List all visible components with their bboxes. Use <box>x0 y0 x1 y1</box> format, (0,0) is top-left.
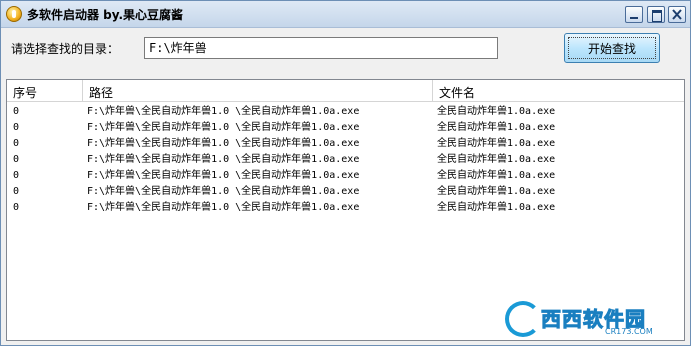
row-filename: 全民自动炸年兽1.0a.exe <box>437 106 556 117</box>
column-header-path[interactable]: 路径 <box>83 80 433 102</box>
row-path: F:\炸年兽\全民自动炸年兽1.0 \全民自动炸年兽1.0a.exe <box>87 202 360 213</box>
row-path: F:\炸年兽\全民自动炸年兽1.0 \全民自动炸年兽1.0a.exe <box>87 186 360 197</box>
row-index: 0 <box>13 202 20 213</box>
row-path: F:\炸年兽\全民自动炸年兽1.0 \全民自动炸年兽1.0a.exe <box>87 154 360 165</box>
row-filename: 全民自动炸年兽1.0a.exe <box>437 122 556 133</box>
table-row[interactable]: 0 F:\炸年兽\全民自动炸年兽1.0 \全民自动炸年兽1.0a.exe 全民自动炸… <box>7 200 684 216</box>
table-row[interactable]: 0 F:\炸年兽\全民自动炸年兽1.0 \全民自动炸年兽1.0a.exe 全民自动炸… <box>7 104 684 120</box>
directory-input[interactable]: F:\炸年兽 <box>144 37 498 59</box>
directory-label: 请选择查找的目录： <box>11 42 120 56</box>
row-index: 0 <box>13 138 20 149</box>
row-filename: 全民自动炸年兽1.0a.exe <box>437 154 556 165</box>
row-index: 0 <box>13 122 20 133</box>
row-index: 0 <box>13 186 20 197</box>
column-header-index[interactable]: 序号 <box>7 80 83 102</box>
table-row[interactable]: 0 F:\炸年兽\全民自动炸年兽1.0 \全民自动炸年兽1.0a.exe 全民自动炸… <box>7 168 684 184</box>
close-icon <box>672 9 682 20</box>
close-button[interactable] <box>668 6 686 23</box>
row-index: 0 <box>13 170 20 181</box>
row-path: F:\炸年兽\全民自动炸年兽1.0 \全民自动炸年兽1.0a.exe <box>87 138 360 149</box>
app-window: 多软件启动器 by.果心豆腐酱 请选择查找的目录： F:\炸年兽 开始查找 序号… <box>0 0 691 346</box>
row-filename: 全民自动炸年兽1.0a.exe <box>437 202 556 213</box>
table-row[interactable]: 0 F:\炸年兽\全民自动炸年兽1.0 \全民自动炸年兽1.0a.exe 全民自动炸… <box>7 152 684 168</box>
row-filename: 全民自动炸年兽1.0a.exe <box>437 170 556 181</box>
row-index: 0 <box>13 106 20 117</box>
column-header-filename[interactable]: 文件名 <box>433 80 684 102</box>
app-icon <box>6 6 22 22</box>
row-index: 0 <box>13 154 20 165</box>
row-path: F:\炸年兽\全民自动炸年兽1.0 \全民自动炸年兽1.0a.exe <box>87 106 360 117</box>
watermark-logo: 西西软件园 CR173.COM <box>505 299 675 339</box>
start-search-button[interactable]: 开始查找 <box>564 33 660 63</box>
table-row[interactable]: 0 F:\炸年兽\全民自动炸年兽1.0 \全民自动炸年兽1.0a.exe 全民自动炸… <box>7 136 684 152</box>
table-row[interactable]: 0 F:\炸年兽\全民自动炸年兽1.0 \全民自动炸年兽1.0a.exe 全民自动炸… <box>7 184 684 200</box>
list-header: 序号 路径 文件名 <box>7 80 684 102</box>
minimize-button[interactable] <box>625 6 643 23</box>
row-filename: 全民自动炸年兽1.0a.exe <box>437 138 556 149</box>
watermark-subtext: CR173.COM <box>605 327 653 336</box>
row-path: F:\炸年兽\全民自动炸年兽1.0 \全民自动炸年兽1.0a.exe <box>87 122 360 133</box>
watermark-icon <box>505 301 541 337</box>
row-filename: 全民自动炸年兽1.0a.exe <box>437 186 556 197</box>
window-title: 多软件启动器 by.果心豆腐酱 <box>27 8 184 22</box>
row-path: F:\炸年兽\全民自动炸年兽1.0 \全民自动炸年兽1.0a.exe <box>87 170 360 181</box>
table-row[interactable]: 0 F:\炸年兽\全民自动炸年兽1.0 \全民自动炸年兽1.0a.exe 全民自动炸… <box>7 120 684 136</box>
title-bar[interactable]: 多软件启动器 by.果心豆腐酱 <box>1 1 690 28</box>
maximize-button[interactable] <box>647 6 665 23</box>
